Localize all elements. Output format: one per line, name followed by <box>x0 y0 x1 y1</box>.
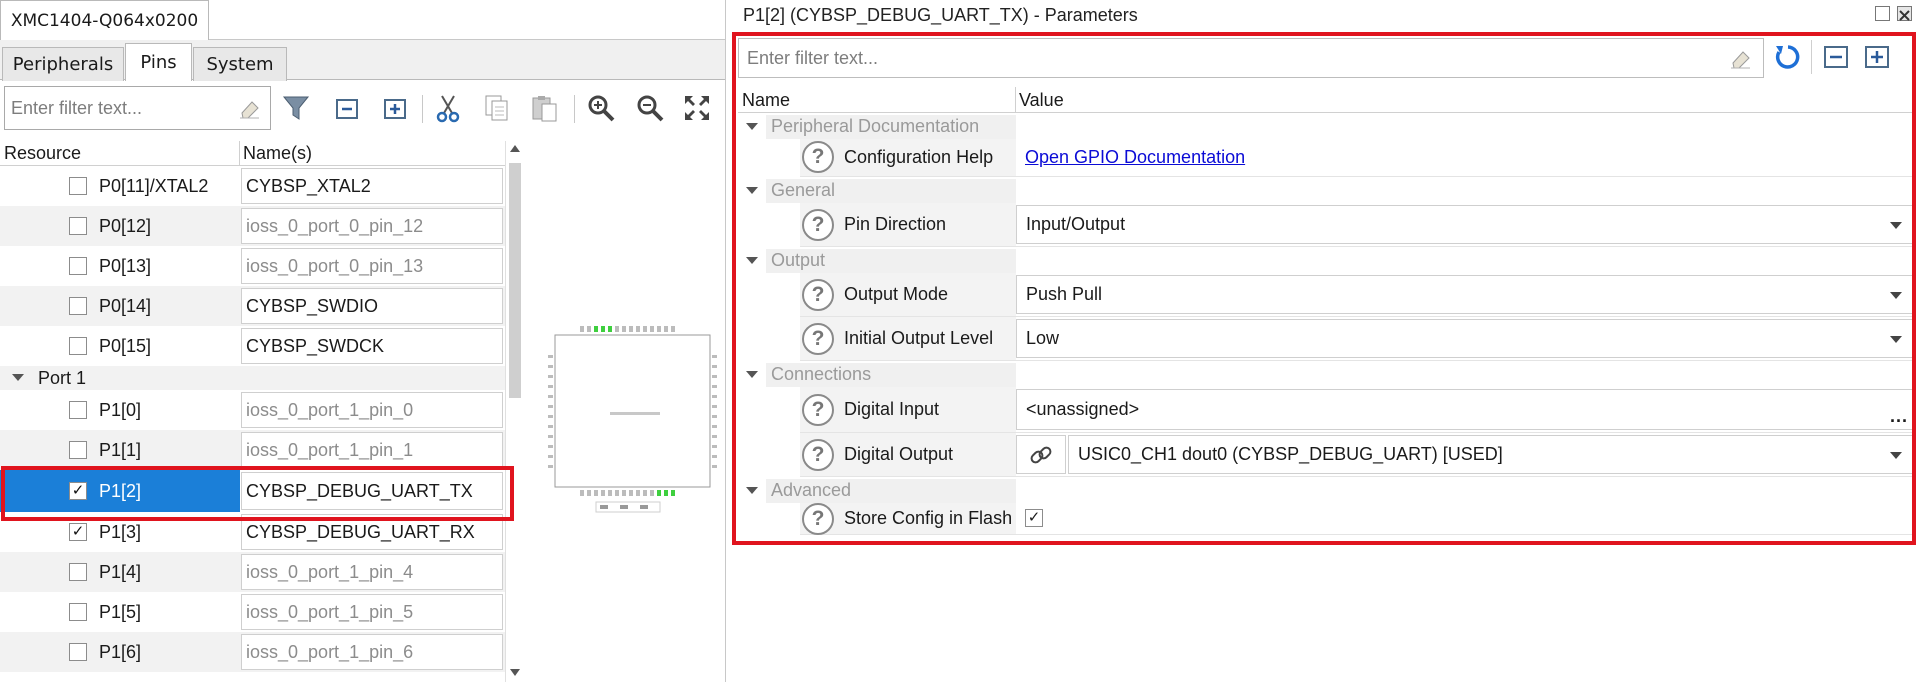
pin-resource: P1[6] <box>99 642 142 662</box>
resource-column-header[interactable]: Resource <box>4 143 81 164</box>
pins-filter-box <box>4 86 271 130</box>
pin-checkbox[interactable] <box>69 643 87 661</box>
pin-name-field[interactable]: CYBSP_SWDIO <box>241 288 503 324</box>
parameters-highlight <box>732 32 1916 545</box>
pins-panel: XMC1404-Q064x0200 Peripherals Pins Syste… <box>0 0 725 682</box>
pin-name-field[interactable]: ioss_0_port_0_pin_13 <box>241 248 503 284</box>
pin-name-field[interactable]: CYBSP_SWDCK <box>241 328 503 364</box>
table-row[interactable]: P0[12] ioss_0_port_0_pin_12 <box>0 206 505 246</box>
pin-checkbox[interactable] <box>69 603 87 621</box>
pin-name-field[interactable]: ioss_0_port_1_pin_0 <box>241 392 503 428</box>
pin-resource: P1[4] <box>99 562 142 582</box>
table-row[interactable]: P0[14] CYBSP_SWDIO <box>0 286 505 326</box>
parameters-title: P1[2] (CYBSP_DEBUG_UART_TX) - Parameters <box>743 5 1138 25</box>
table-row[interactable]: P1[5] ioss_0_port_1_pin_5 <box>0 592 505 632</box>
collapse-arrow-icon[interactable] <box>12 374 24 381</box>
pin-name-field[interactable]: ioss_0_port_1_pin_6 <box>241 634 503 670</box>
pin-checkbox[interactable] <box>69 563 87 581</box>
zoom-in-icon[interactable] <box>584 91 618 125</box>
pin-checkbox[interactable] <box>69 177 87 195</box>
table-row[interactable]: P0[15] CYBSP_SWDCK <box>0 326 505 366</box>
table-row[interactable]: P1[4] ioss_0_port_1_pin_4 <box>0 552 505 592</box>
port-group-row[interactable]: Port 1 <box>0 366 505 390</box>
pin-checkbox[interactable] <box>69 217 87 235</box>
pin-resource: P0[12] <box>99 216 152 236</box>
copy-icon[interactable] <box>480 91 514 125</box>
scroll-thumb[interactable] <box>509 163 521 398</box>
clear-filter-icon[interactable] <box>238 99 260 119</box>
pin-checkbox[interactable] <box>69 337 87 355</box>
table-row[interactable]: P1[6] ioss_0_port_1_pin_6 <box>0 632 505 672</box>
pin-checkbox[interactable] <box>69 297 87 315</box>
pin-name-field[interactable]: ioss_0_port_1_pin_4 <box>241 554 503 590</box>
zoom-out-icon[interactable] <box>633 91 667 125</box>
table-row[interactable]: P1[1] ioss_0_port_1_pin_1 <box>0 430 505 470</box>
tab-peripherals[interactable]: Peripherals <box>2 47 124 81</box>
pin-resource: P1[3] <box>99 522 142 542</box>
pin-checkbox[interactable] <box>69 401 87 419</box>
tab-pins[interactable]: Pins <box>125 43 192 81</box>
pins-scrollbar[interactable] <box>505 141 523 682</box>
paste-icon[interactable] <box>528 91 562 125</box>
collapse-all-icon[interactable] <box>330 91 364 125</box>
scroll-down-icon[interactable] <box>510 669 520 676</box>
selected-pin-highlight <box>1 466 514 521</box>
expand-all-icon[interactable] <box>378 91 412 125</box>
names-column-header[interactable]: Name(s) <box>243 143 312 164</box>
pin-resource: P0[15] <box>99 336 152 356</box>
chip-package-view[interactable] <box>530 140 725 680</box>
pin-checkbox[interactable] <box>69 257 87 275</box>
toolbar-separator <box>574 95 575 123</box>
cut-icon[interactable] <box>431 91 465 125</box>
subtab-bar: Peripherals Pins System <box>0 40 725 81</box>
pin-checkbox[interactable] <box>69 441 87 459</box>
table-row[interactable]: P0[13] ioss_0_port_0_pin_13 <box>0 246 505 286</box>
table-row[interactable]: P0[11]/XTAL2 CYBSP_XTAL2 <box>0 166 505 206</box>
port-group-label: Port 1 <box>38 368 87 388</box>
pin-resource: P1[5] <box>99 602 142 622</box>
restore-window-icon[interactable] <box>1875 6 1890 21</box>
pin-name-field[interactable]: ioss_0_port_1_pin_1 <box>241 432 503 468</box>
close-window-icon[interactable] <box>1897 6 1912 21</box>
device-tab[interactable]: XMC1404-Q064x0200 <box>0 0 209 40</box>
pin-resource: P0[13] <box>99 256 152 276</box>
scroll-up-icon[interactable] <box>510 145 520 152</box>
pin-resource: P0[14] <box>99 296 152 316</box>
fit-icon[interactable] <box>680 91 714 125</box>
pin-resource: P0[11]/XTAL2 <box>99 176 209 196</box>
table-row[interactable]: P1[0] ioss_0_port_1_pin_0 <box>0 390 505 430</box>
pins-toolbar <box>0 81 725 139</box>
pin-checkbox[interactable]: ✓ <box>69 523 87 541</box>
toolbar-separator <box>422 95 423 123</box>
tab-system[interactable]: System <box>193 47 287 81</box>
pins-table: P0[11]/XTAL2 CYBSP_XTAL2 P0[12] ioss_0_p… <box>0 166 505 682</box>
chip-diagram-icon <box>548 326 717 513</box>
pin-name-field[interactable]: ioss_0_port_0_pin_12 <box>241 208 503 244</box>
filter-icon[interactable] <box>279 91 313 125</box>
pin-resource: P1[1] <box>99 440 142 460</box>
pin-resource: P1[0] <box>99 400 142 420</box>
pins-filter-input[interactable] <box>11 87 223 129</box>
pin-name-field[interactable]: CYBSP_XTAL2 <box>241 168 503 204</box>
pins-table-header: Resource Name(s) <box>0 141 505 166</box>
pin-name-field[interactable]: ioss_0_port_1_pin_5 <box>241 594 503 630</box>
